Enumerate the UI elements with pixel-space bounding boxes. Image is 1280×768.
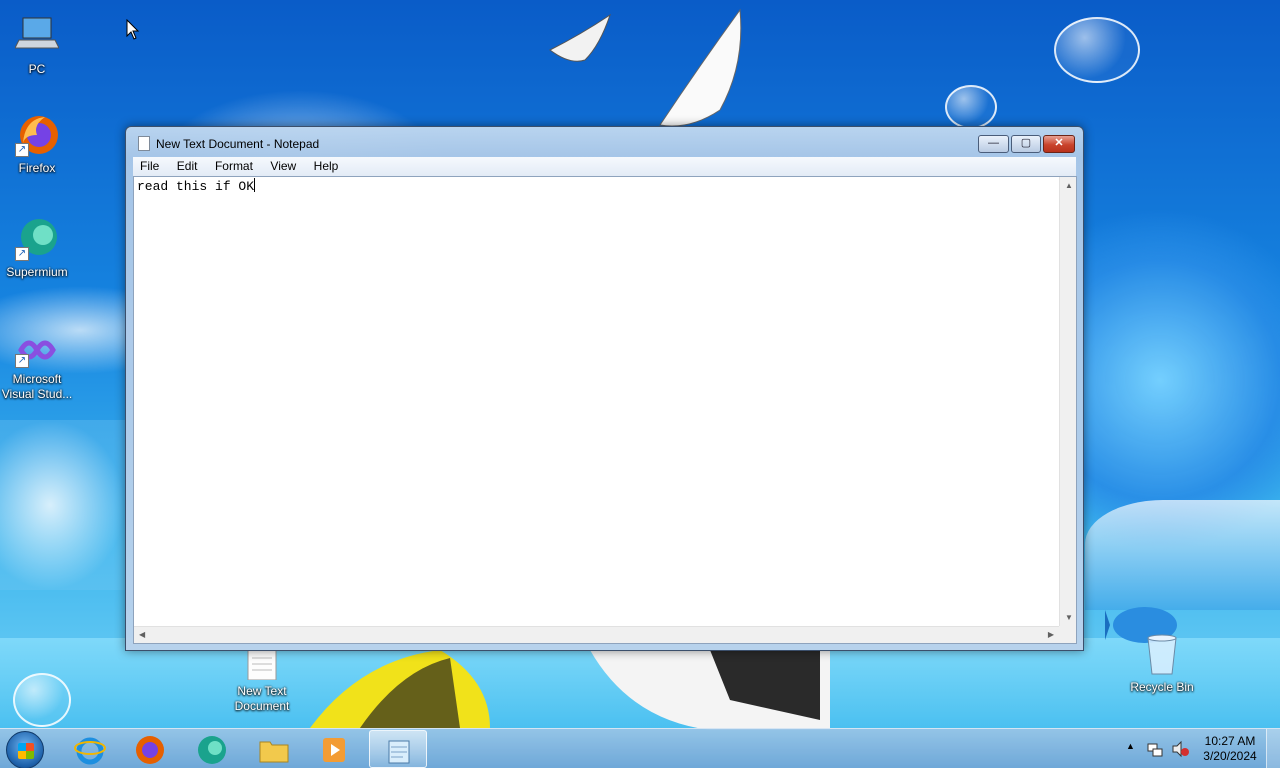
text-caret: [254, 178, 256, 192]
wallpaper-bubble: [13, 673, 71, 727]
computer-icon: [14, 14, 60, 58]
scroll-down-icon[interactable]: ▼: [1065, 613, 1073, 622]
notepad-icon: [388, 740, 410, 764]
volume-muted-icon[interactable]: [1171, 740, 1189, 768]
system-clock[interactable]: 10:27 AM 3/20/2024: [1196, 734, 1264, 764]
desktop-icon-recycle-bin[interactable]: Recycle Bin: [1125, 632, 1199, 695]
menu-edit[interactable]: Edit: [170, 157, 204, 173]
wallpaper-splash-right: [1085, 500, 1280, 610]
internet-explorer-icon: [74, 737, 106, 765]
desktop-icon-pc[interactable]: PC: [0, 14, 74, 77]
supermium-icon: ↗: [15, 217, 59, 261]
minimize-button[interactable]: —: [978, 135, 1009, 153]
desktop-icon-label: Recycle Bin: [1130, 680, 1194, 694]
clock-date: 3/20/2024: [1203, 749, 1257, 763]
taskbar-firefox[interactable]: [121, 730, 179, 768]
clock-time: 10:27 AM: [1204, 734, 1256, 748]
shortcut-arrow-icon: ↗: [15, 354, 29, 368]
text-editor[interactable]: read this if OK ▲ ▼ ◀ ▶: [133, 176, 1077, 644]
supermium-icon: [198, 736, 226, 764]
resize-grip[interactable]: [1059, 626, 1076, 643]
laptop-image: [590, 650, 830, 730]
desktop-icon-firefox[interactable]: ↗ Firefox: [0, 113, 74, 176]
firefox-icon: [136, 736, 164, 764]
horizontal-scrollbar[interactable]: ◀ ▶: [134, 626, 1059, 643]
vertical-scrollbar[interactable]: ▲ ▼: [1059, 177, 1076, 626]
close-button[interactable]: ✕: [1043, 135, 1075, 153]
fish-image: [310, 650, 490, 728]
desktop-icon-new-text-document[interactable]: New Text Document: [225, 649, 299, 714]
desktop-icon-label: New Text: [237, 684, 287, 698]
taskbar-notepad[interactable]: [369, 730, 427, 768]
seagull-image: [549, 8, 742, 127]
folder-icon: [259, 741, 289, 763]
show-hidden-icons-icon[interactable]: ▲: [1126, 741, 1135, 768]
window-title: New Text Document - Notepad: [156, 137, 320, 151]
scroll-right-icon[interactable]: ▶: [1048, 630, 1054, 639]
taskbar-supermium[interactable]: [183, 730, 241, 768]
windows-logo-icon: [18, 743, 34, 759]
notepad-window[interactable]: New Text Document - Notepad — ▢ ✕ File E…: [125, 126, 1084, 651]
desktop-icon-label: Firefox: [18, 161, 56, 175]
shortcut-arrow-icon: ↗: [15, 247, 29, 261]
desktop-icon-label: Visual Stud...: [1, 387, 73, 401]
shortcut-arrow-icon: ↗: [15, 143, 29, 157]
show-desktop-button[interactable]: [1266, 729, 1280, 768]
network-icon[interactable]: [1146, 740, 1164, 768]
wallpaper-bubble: [1054, 17, 1140, 83]
desktop-icon-label: Microsoft: [12, 372, 62, 386]
menu-file[interactable]: File: [133, 157, 165, 173]
notepad-icon: [138, 136, 150, 151]
title-bar[interactable]: New Text Document - Notepad — ▢ ✕: [126, 127, 1083, 159]
scroll-up-icon[interactable]: ▲: [1065, 181, 1073, 190]
wallpaper-splash-left: [0, 420, 125, 590]
taskbar-internet-explorer[interactable]: [61, 730, 119, 768]
editor-text-line[interactable]: read this if OK: [137, 178, 256, 195]
mouse-cursor-icon: [126, 19, 140, 40]
taskbar-file-explorer[interactable]: [245, 730, 303, 768]
menu-format[interactable]: Format: [208, 157, 259, 173]
text-file-icon: [246, 649, 278, 681]
wallpaper-bubble: [945, 85, 997, 129]
scroll-left-icon[interactable]: ◀: [139, 630, 145, 639]
recycle-bin-icon: [1144, 632, 1180, 676]
taskbar: ▲ 10:27 AM 3/20/2024: [0, 728, 1280, 768]
desktop-icon-label: Document: [234, 699, 290, 713]
taskbar-media-player[interactable]: [305, 730, 363, 768]
editor-text: read this if OK: [137, 179, 255, 194]
start-button[interactable]: [6, 731, 44, 768]
desktop-icon-supermium[interactable]: ↗ Supermium: [0, 217, 74, 280]
menu-bar: File Edit Format View Help: [133, 157, 1076, 176]
menu-help[interactable]: Help: [307, 157, 345, 173]
maximize-button[interactable]: ▢: [1011, 135, 1041, 153]
desktop-icon-label: PC: [28, 62, 46, 76]
menu-view[interactable]: View: [263, 157, 302, 173]
desktop-icon-visual-studio[interactable]: ↗ Microsoft Visual Stud...: [0, 332, 74, 402]
visual-studio-icon: ↗: [15, 332, 59, 368]
desktop-icon-label: Supermium: [6, 265, 68, 279]
firefox-icon: ↗: [15, 113, 59, 157]
media-player-icon: [323, 738, 345, 762]
